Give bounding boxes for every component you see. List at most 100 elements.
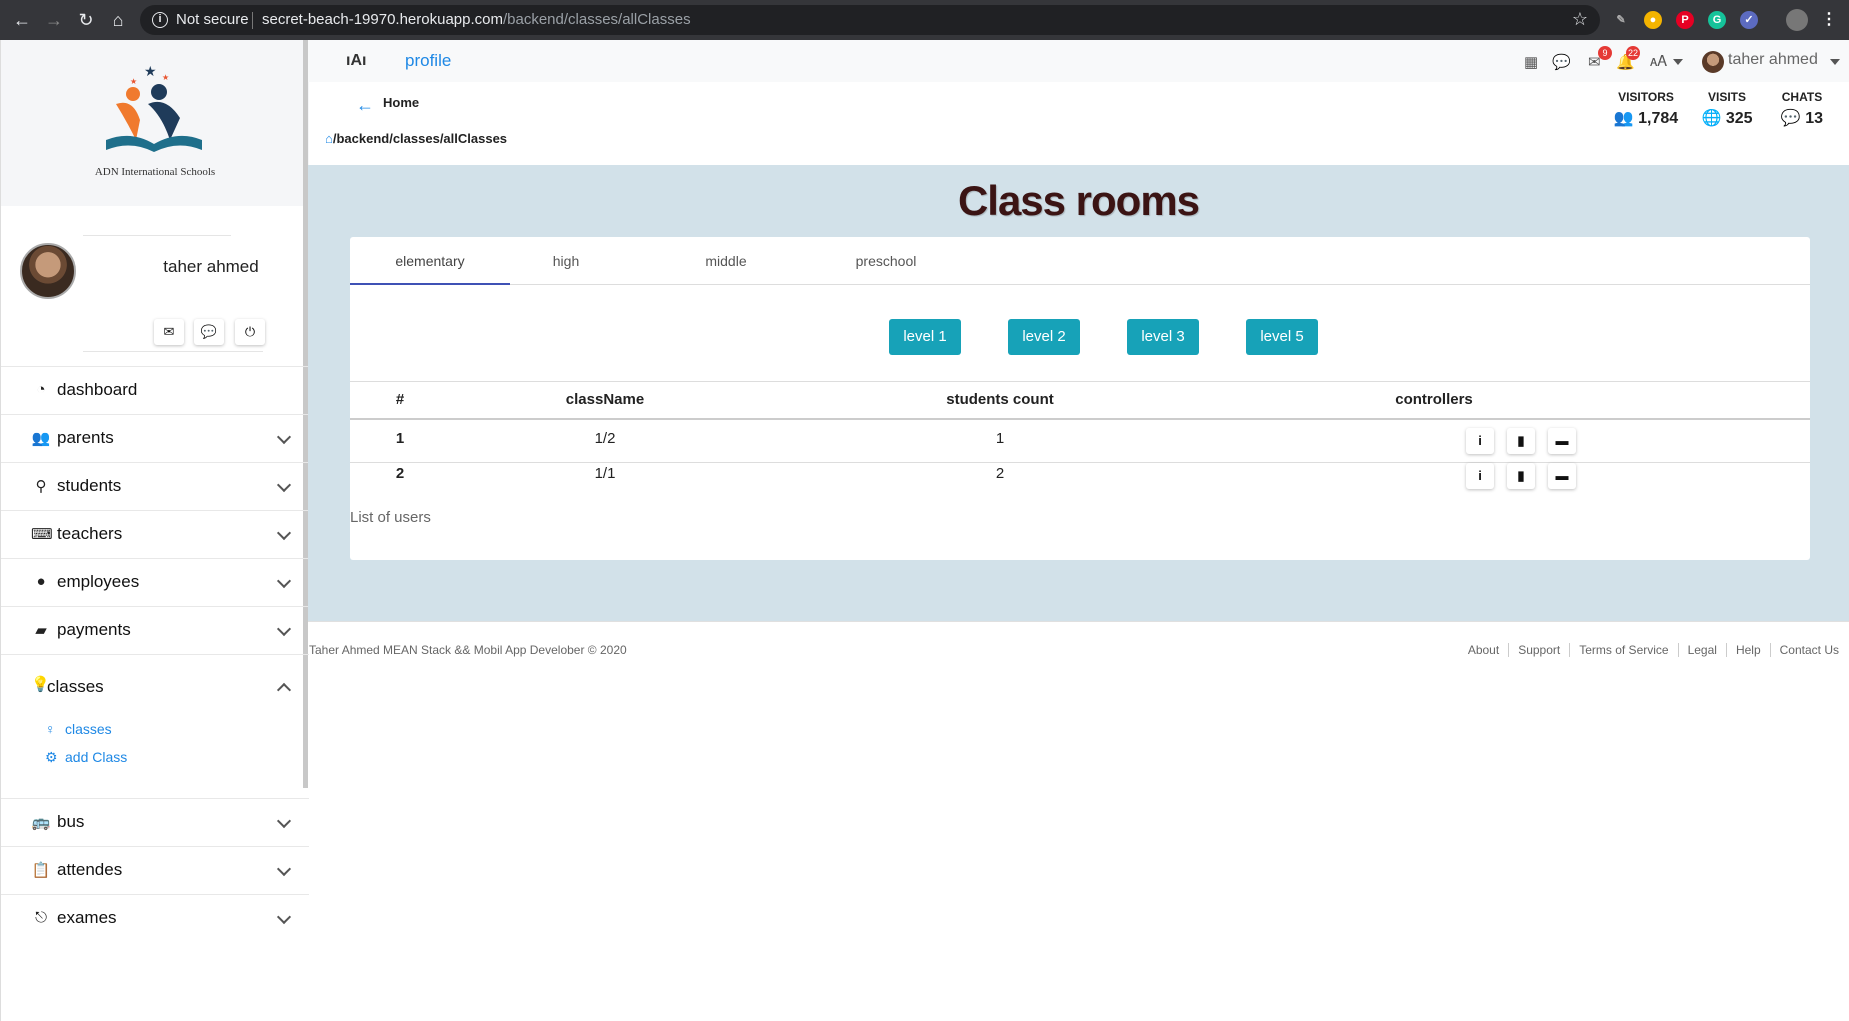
user-menu-name[interactable]: taher ahmed <box>1728 51 1818 69</box>
sidebar-subitem-add-class[interactable]: ⚙ add Class <box>45 749 127 766</box>
footer-copyright: Taher Ahmed MEAN Stack && Mobil App Deve… <box>309 643 627 657</box>
sidebar-item-label: students <box>57 476 122 495</box>
bookmark-star-icon[interactable]: ☆ <box>1572 9 1588 30</box>
top-navbar: ıAı profile ▦ 💬 ✉ 9 🔔 22 🗚 taher ahmed <box>308 40 1849 82</box>
info-button[interactable]: i <box>1466 428 1494 454</box>
forward-arrow-icon[interactable]: → <box>42 8 66 32</box>
tab-preschool[interactable]: preschool <box>806 237 966 285</box>
row-students-count: 2 <box>995 465 1005 482</box>
stat-title: CHATS <box>1781 90 1823 104</box>
chevron-down-icon <box>276 861 292 877</box>
info-icon[interactable]: i <box>152 12 168 28</box>
browser-menu-icon[interactable]: ⋮ <box>1820 11 1838 29</box>
avatar <box>20 243 76 299</box>
school-icon: ıAı <box>346 52 367 69</box>
chevron-down-icon <box>276 813 292 829</box>
row-students-count: 1 <box>995 430 1005 447</box>
table-header-divider <box>350 418 1810 420</box>
divider <box>83 235 231 236</box>
globe-icon: 🌐 <box>1701 110 1722 127</box>
sidebar-item-employees[interactable]: ● employees <box>1 558 309 606</box>
teacher-button[interactable]: ▬ <box>1548 428 1576 454</box>
sidebar-item-exames[interactable]: ⎋ exames <box>1 894 309 942</box>
footer-divider <box>308 621 1849 622</box>
level-3-button[interactable]: level 3 <box>1127 319 1199 355</box>
address-bar[interactable]: i Not secure secret-beach-19970.herokuap… <box>140 5 1600 35</box>
language-icon[interactable]: 🗚 <box>1650 53 1667 70</box>
sidebar-item-bus[interactable]: 🚌 bus <box>1 798 309 846</box>
sidebar-item-teachers[interactable]: ⌨ teachers <box>1 510 309 558</box>
chat-button[interactable]: 💬 <box>194 319 224 345</box>
footer-link-terms[interactable]: Terms of Service <box>1570 643 1679 657</box>
sidebar-item-dashboard[interactable]: ◔ dashboard <box>1 366 309 414</box>
sidebar-subitem-classes[interactable]: ♀ classes <box>45 721 112 737</box>
chevron-down-icon[interactable] <box>1673 59 1683 65</box>
tab-middle[interactable]: middle <box>646 237 806 285</box>
home-icon[interactable]: ⌂ <box>106 8 130 32</box>
extension-yellow-icon[interactable]: ● <box>1644 11 1662 29</box>
sidebar-item-label: classes <box>47 677 104 696</box>
pinterest-icon[interactable]: P <box>1676 11 1694 29</box>
chevron-down-icon <box>276 525 292 541</box>
back-home-link[interactable]: Home <box>383 95 419 110</box>
clipboard-button[interactable]: ▮ <box>1507 463 1535 489</box>
clipboard-icon: ▮ <box>1517 468 1525 483</box>
level-2-button[interactable]: level 2 <box>1008 319 1080 355</box>
stat-visits: VISITS 🌐 325 <box>1694 90 1760 128</box>
column-header-classname: className <box>565 391 645 408</box>
teacher-button[interactable]: ▬ <box>1548 463 1576 489</box>
content-panel: Class rooms elementary high middle presc… <box>308 165 1849 621</box>
mail-button[interactable]: ✉ <box>154 319 184 345</box>
sidebar-item-label: attendes <box>57 860 123 879</box>
avatar[interactable] <box>1702 51 1724 73</box>
chevron-down-icon <box>276 429 292 445</box>
footer-link-support[interactable]: Support <box>1509 643 1571 657</box>
chevron-down-icon[interactable] <box>1830 59 1840 65</box>
divider <box>83 351 263 352</box>
sidebar-item-attendes[interactable]: 📋 attendes <box>1 846 309 894</box>
comments-icon[interactable]: 💬 <box>1552 53 1571 71</box>
envelope-icon: ✉ <box>163 324 175 339</box>
clipboard-icon: 📋 <box>31 862 51 879</box>
profile-name: taher ahmed <box>163 257 259 276</box>
users-icon: 👥 <box>31 430 51 447</box>
profile-link[interactable]: profile <box>405 51 451 71</box>
sidebar-item-label: employees <box>57 572 140 591</box>
sidebar-item-label: payments <box>57 620 131 639</box>
chalkboard-teacher-icon: ▬ <box>1555 433 1569 448</box>
footer-link-about[interactable]: About <box>1458 643 1510 657</box>
footer-link-help[interactable]: Help <box>1726 643 1771 657</box>
footer-link-legal[interactable]: Legal <box>1678 643 1727 657</box>
row-number: 2 <box>395 465 405 482</box>
column-header-controllers: controllers <box>1395 391 1473 408</box>
level-5-button[interactable]: level 5 <box>1246 319 1318 355</box>
clipboard-button[interactable]: ▮ <box>1507 428 1535 454</box>
calendar-icon[interactable]: ▦ <box>1524 53 1538 71</box>
sidebar-item-students[interactable]: ⚲ students <box>1 462 309 510</box>
level-1-button[interactable]: level 1 <box>889 319 961 355</box>
chalkboard-teacher-icon: ⌨ <box>31 526 53 543</box>
row-divider <box>350 462 1810 463</box>
notification-count-badge: 22 <box>1626 46 1641 60</box>
back-arrow-icon[interactable]: ← <box>10 8 34 32</box>
pen-extension-icon[interactable]: ✎ <box>1612 11 1630 29</box>
grammarly-icon[interactable]: G <box>1708 11 1726 29</box>
sidebar-item-parents[interactable]: 👥 parents <box>1 414 309 462</box>
chevron-up-icon[interactable] <box>276 682 292 698</box>
info-button[interactable]: i <box>1466 463 1494 489</box>
level-tabs: elementary high middle preschool <box>350 237 1810 285</box>
column-header-number: # <box>395 391 405 408</box>
school-logo: ★ ★ ★ <box>106 63 202 152</box>
footer-link-contact[interactable]: Contact Us <box>1771 643 1839 657</box>
url-text[interactable]: secret-beach-19970.herokuapp.com/backend… <box>262 11 691 28</box>
tab-high[interactable]: high <box>486 237 646 285</box>
logout-button[interactable]: ⏻ <box>235 319 265 345</box>
browser-profile-avatar[interactable] <box>1786 9 1808 31</box>
reload-icon[interactable]: ↻ <box>74 8 98 32</box>
sidebar-item-payments[interactable]: ▰ payments <box>1 606 309 654</box>
home-icon[interactable]: ⌂ <box>325 131 333 146</box>
wallet-icon: ▰ <box>35 622 47 639</box>
row-classname: 1/2 <box>594 430 616 447</box>
check-extension-icon[interactable]: ✓ <box>1740 11 1758 29</box>
back-arrow-icon[interactable]: ← <box>356 95 374 116</box>
